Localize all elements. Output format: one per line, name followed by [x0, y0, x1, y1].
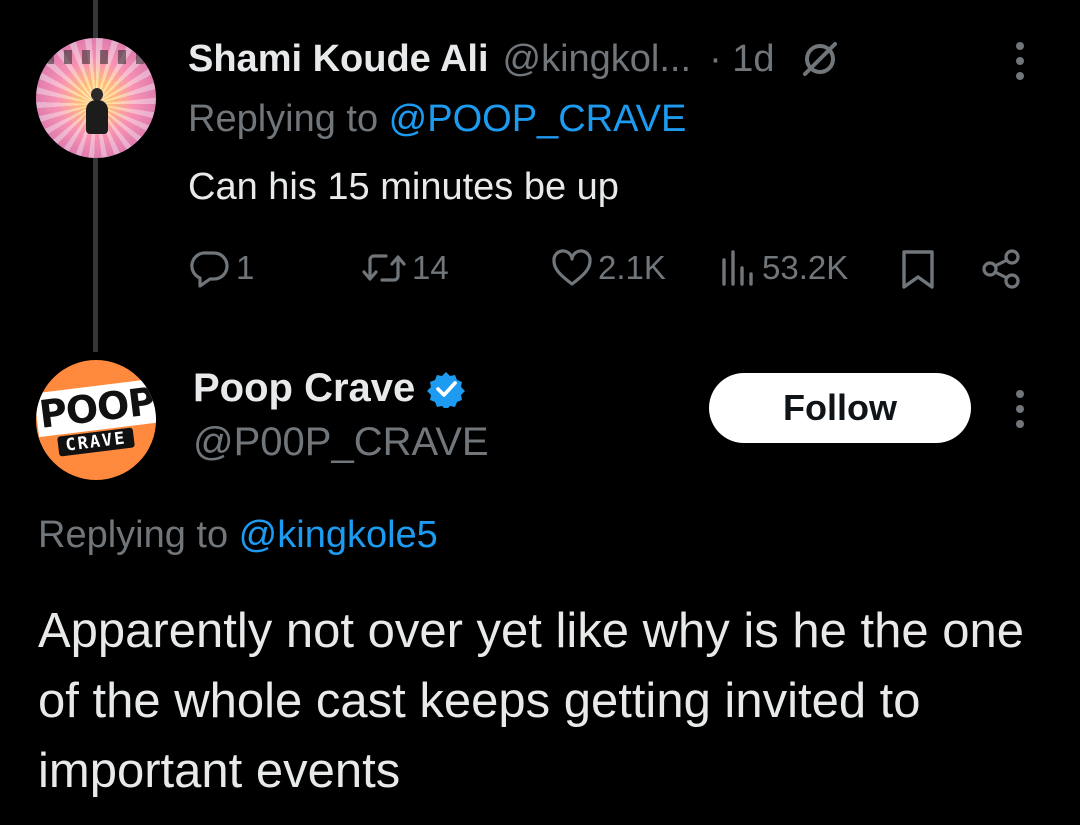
avatar-dancers — [46, 50, 146, 64]
tweet-author-name[interactable]: Poop Crave — [193, 366, 415, 411]
repost-icon — [360, 248, 408, 288]
avatar-figure — [86, 100, 108, 134]
avatar-logo-top: POOP — [36, 378, 156, 438]
verified-badge-icon[interactable] — [427, 370, 466, 408]
reply-timestamp[interactable]: · 1d — [709, 38, 774, 81]
tweet-author-handle[interactable]: @P00P_CRAVE — [193, 420, 489, 465]
tweet-author-avatar[interactable]: POOP CRAVE — [36, 360, 156, 480]
repost-action[interactable]: 14 — [360, 248, 449, 288]
share-action[interactable] — [980, 248, 1024, 290]
replying-to-link[interactable]: @POOP_CRAVE — [389, 98, 687, 140]
reply-replying-to: Replying to @POOP_CRAVE — [188, 98, 686, 141]
follow-button[interactable]: Follow — [709, 373, 971, 443]
replying-to-prefix: Replying to — [188, 98, 389, 140]
views-count: 53.2K — [762, 249, 849, 286]
tweet-text: Apparently not over yet like why is he t… — [38, 604, 1025, 798]
replying-to-link[interactable]: @kingkole5 — [239, 514, 438, 556]
more-options-icon[interactable] — [1010, 390, 1030, 428]
more-options-icon[interactable] — [1010, 42, 1030, 80]
tweet-replying-to: Replying to @kingkole5 — [38, 514, 438, 557]
repost-count: 14 — [412, 249, 449, 286]
views-action[interactable]: 53.2K — [718, 248, 848, 288]
views-icon — [718, 248, 758, 288]
like-action[interactable]: 2.1K — [550, 248, 666, 288]
reply-action[interactable]: 1 — [188, 248, 254, 288]
tweet-author-name-row: Poop Crave — [193, 366, 466, 411]
heart-icon — [550, 248, 594, 288]
reply-author-handle[interactable]: @kingkol... — [503, 38, 692, 81]
bookmark-icon — [898, 248, 938, 290]
reply-author-avatar[interactable] — [36, 38, 156, 158]
reply-icon — [188, 248, 232, 288]
bookmark-action[interactable] — [898, 248, 938, 290]
grok-icon[interactable] — [801, 40, 839, 78]
replying-to-prefix: Replying to — [38, 514, 239, 556]
reply-count: 1 — [236, 249, 255, 286]
reply-text: Can his 15 minutes be up — [188, 166, 619, 208]
like-count: 2.1K — [598, 249, 666, 286]
reply-action-bar: 1 14 2.1K 53.2K — [0, 248, 1080, 294]
reply-header: Shami Koude Ali @kingkol... · 1d — [188, 36, 839, 82]
reply-author-name[interactable]: Shami Koude Ali — [188, 38, 489, 81]
share-icon — [980, 248, 1024, 290]
